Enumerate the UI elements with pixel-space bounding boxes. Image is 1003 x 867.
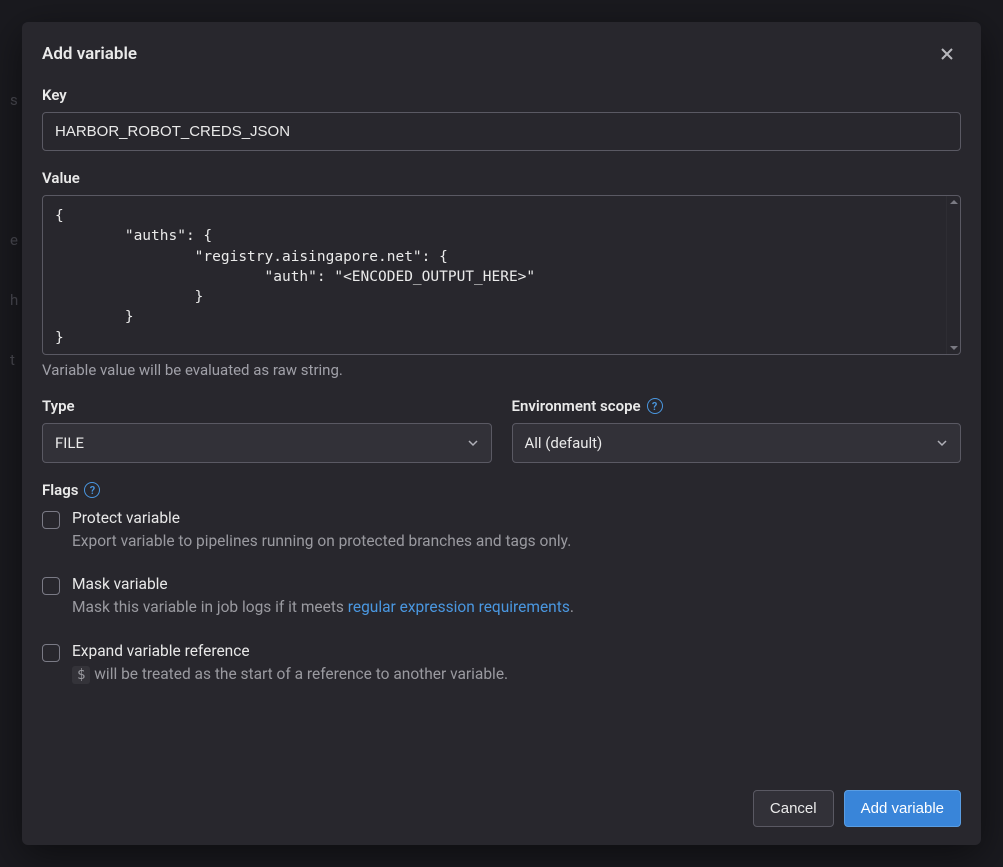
mask-variable-title: Mask variable	[72, 575, 961, 593]
scope-select[interactable]: All (default)	[512, 423, 962, 463]
key-label: Key	[42, 86, 961, 104]
type-label: Type	[42, 397, 492, 415]
add-variable-modal: Add variable Key Value Variable value wi…	[22, 22, 981, 845]
expand-variable-desc: $ will be treated as the start of a refe…	[72, 663, 961, 686]
protect-variable-desc: Export variable to pipelines running on …	[72, 530, 961, 553]
mask-variable-checkbox[interactable]	[42, 577, 60, 595]
close-icon	[939, 46, 955, 62]
value-hint: Variable value will be evaluated as raw …	[42, 361, 961, 379]
cancel-button[interactable]: Cancel	[753, 790, 834, 827]
help-icon[interactable]: ?	[84, 482, 100, 498]
help-icon[interactable]: ?	[647, 398, 663, 414]
protect-variable-checkbox[interactable]	[42, 511, 60, 529]
close-button[interactable]	[933, 40, 961, 68]
protect-variable-title: Protect variable	[72, 509, 961, 527]
textarea-scrollbar[interactable]	[946, 196, 960, 354]
chevron-down-icon	[467, 437, 479, 449]
expand-variable-checkbox[interactable]	[42, 644, 60, 662]
regex-requirements-link[interactable]: regular expression requirements	[348, 598, 570, 616]
value-label: Value	[42, 169, 961, 187]
chevron-down-icon	[936, 437, 948, 449]
value-textarea[interactable]	[43, 196, 946, 354]
type-select-value: FILE	[55, 434, 84, 452]
modal-title: Add variable	[42, 44, 137, 64]
expand-variable-title: Expand variable reference	[72, 642, 961, 660]
scope-select-value: All (default)	[525, 434, 603, 452]
type-select[interactable]: FILE	[42, 423, 492, 463]
scope-label: Environment scope	[512, 397, 641, 415]
key-input[interactable]	[42, 112, 961, 151]
flags-label: Flags	[42, 481, 78, 499]
mask-variable-desc: Mask this variable in job logs if it mee…	[72, 596, 961, 619]
add-variable-button[interactable]: Add variable	[844, 790, 961, 827]
dollar-symbol: $	[72, 666, 90, 684]
